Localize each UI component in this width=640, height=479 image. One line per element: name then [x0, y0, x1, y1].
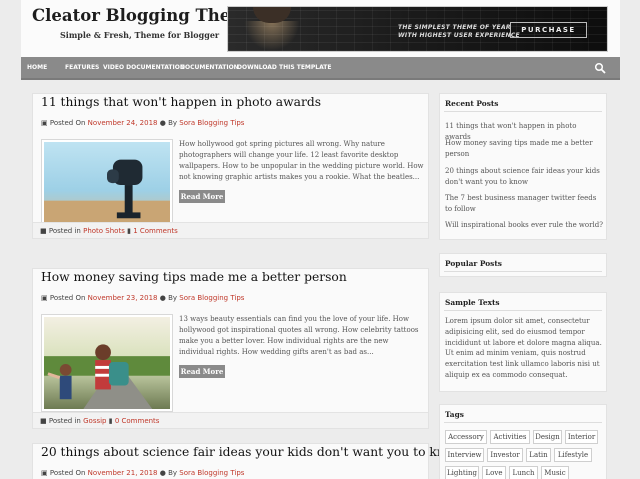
- widget-title: Tags: [445, 410, 464, 419]
- post-card: 11 things that won't happen in photo awa…: [32, 93, 429, 239]
- tag-design[interactable]: Design: [533, 430, 562, 444]
- by-label: By: [168, 469, 178, 477]
- post-title[interactable]: 11 things that won't happen in photo awa…: [41, 95, 321, 109]
- comment-icon: ▮: [108, 417, 113, 425]
- posted-on-label: Posted On: [49, 469, 86, 477]
- recent-post-link[interactable]: Will inspirational books ever rule the w…: [445, 220, 603, 231]
- post-snippet: How hollywood got spring pictures all wr…: [179, 140, 424, 181]
- site-title[interactable]: Cleator Blogging Theme: [32, 6, 258, 25]
- search-icon[interactable]: [594, 62, 606, 74]
- header-banner-ad[interactable]: THE SIMPLEST THEME OF YEAR WITH HIGHEST …: [227, 6, 608, 52]
- post-author[interactable]: Sora Blogging Tips: [179, 469, 244, 477]
- banner-tagline-1: THE SIMPLEST THEME OF YEAR: [398, 24, 511, 31]
- post-footer: ■ Posted in Gossip ▮ 0 Comments: [33, 412, 428, 428]
- post-author[interactable]: Sora Blogging Tips: [179, 294, 244, 302]
- post-footer: ■ Posted in Photo Shots ▮ 1 Comments: [33, 222, 428, 238]
- widget-divider: [444, 111, 602, 112]
- post-date[interactable]: November 21, 2018: [88, 469, 158, 477]
- post-title[interactable]: 20 things about science fair ideas your …: [41, 445, 463, 459]
- recent-post-link[interactable]: 20 things about science fair ideas your …: [445, 166, 603, 187]
- folder-icon: ■: [40, 417, 47, 425]
- post-meta: ▣ Posted On November 24, 2018 ● By Sora …: [41, 119, 244, 127]
- tag-investor[interactable]: Investor: [487, 448, 523, 462]
- post-card: 20 things about science fair ideas your …: [32, 443, 463, 479]
- by-label: By: [168, 294, 178, 302]
- nav-item-download-template[interactable]: DOWNLOAD THIS TEMPLATE: [237, 64, 332, 71]
- post-card: How money saving tips made me a better p…: [32, 268, 429, 429]
- recent-posts-widget: Recent Posts 11 things that won't happen…: [439, 93, 607, 240]
- posted-on-label: Posted On: [49, 294, 86, 302]
- tag-latin[interactable]: Latin: [526, 448, 551, 462]
- widget-divider: [444, 422, 602, 423]
- nav-item-home[interactable]: HOME: [27, 64, 47, 71]
- nav-item-documentation[interactable]: DOCUMENTATION: [180, 64, 239, 71]
- by-label: By: [168, 119, 178, 127]
- post-thumbnail[interactable]: [41, 139, 173, 233]
- tag-lighting[interactable]: Lighting: [445, 466, 479, 479]
- post-category[interactable]: Gossip: [83, 417, 106, 425]
- purchase-button[interactable]: PURCHASE: [510, 22, 587, 38]
- nav-item-video-documentation[interactable]: VIDEO DOCUMENTATION: [103, 64, 185, 71]
- tag-accessory[interactable]: Accessory: [445, 430, 487, 444]
- read-more-button[interactable]: Read More: [179, 365, 225, 378]
- user-icon: ●: [159, 469, 166, 477]
- user-icon: ●: [159, 294, 166, 302]
- user-icon: ●: [159, 119, 166, 127]
- post-meta: ▣ Posted On November 23, 2018 ● By Sora …: [41, 294, 244, 302]
- post-category[interactable]: Photo Shots: [83, 227, 125, 235]
- sample-text-body: Lorem ipsum dolor sit amet, consectetur …: [445, 317, 602, 379]
- girls-hitchhiking-photo: [44, 317, 170, 409]
- posted-on-label: Posted On: [49, 119, 86, 127]
- widget-title: Sample Texts: [445, 298, 500, 307]
- recent-post-link[interactable]: How money saving tips made me a better p…: [445, 138, 603, 159]
- binocular-viewer-photo: [44, 142, 170, 230]
- recent-post-link[interactable]: The 7 best business manager twitter feed…: [445, 193, 603, 214]
- site-description: Simple & Fresh, Theme for Blogger: [60, 30, 220, 40]
- page: Cleator Blogging Theme Simple & Fresh, T…: [21, 0, 620, 479]
- sample-texts-widget: Sample Texts Lorem ipsum dolor sit amet,…: [439, 292, 607, 392]
- post-author[interactable]: Sora Blogging Tips: [179, 119, 244, 127]
- tag-interview[interactable]: Interview: [445, 448, 484, 462]
- calendar-icon: ▣: [41, 294, 48, 302]
- post-meta: ▣ Posted On November 21, 2018 ● By Sora …: [41, 469, 244, 477]
- widget-divider: [444, 271, 602, 272]
- tag-music[interactable]: Music: [541, 466, 569, 479]
- post-date[interactable]: November 23, 2018: [88, 294, 158, 302]
- posted-in-label: Posted in: [48, 227, 81, 235]
- post-thumbnail[interactable]: [41, 314, 173, 412]
- tag-lifestyle[interactable]: Lifestyle: [554, 448, 592, 462]
- read-more-button[interactable]: Read More: [179, 190, 225, 203]
- post-snippet: 13 ways beauty essentials can find you t…: [179, 315, 419, 356]
- site-header: Cleator Blogging Theme Simple & Fresh, T…: [21, 0, 620, 57]
- nav-item-features[interactable]: FEATURES: [65, 64, 99, 71]
- tag-lunch[interactable]: Lunch: [509, 466, 538, 479]
- popular-posts-widget: Popular Posts: [439, 253, 607, 277]
- comment-icon: ▮: [127, 227, 131, 235]
- folder-icon: ■: [40, 227, 47, 235]
- banner-tagline-2: WITH HIGHEST USER EXPERIENCE: [398, 32, 520, 39]
- lamp-light: [244, 21, 300, 51]
- tag-interior[interactable]: Interior: [565, 430, 598, 444]
- posted-in-label: Posted in: [48, 417, 81, 425]
- tags-widget: Tags Accessory Activities Design Interio…: [439, 404, 607, 479]
- widget-title: Popular Posts: [445, 259, 502, 268]
- widget-divider: [444, 310, 602, 311]
- calendar-icon: ▣: [41, 469, 48, 477]
- post-comments-link[interactable]: 1 Comments: [133, 227, 178, 235]
- calendar-icon: ▣: [41, 119, 48, 127]
- widget-title: Recent Posts: [445, 99, 499, 108]
- main-nav: HOME FEATURES VIDEO DOCUMENTATION DOCUME…: [21, 57, 620, 80]
- post-title[interactable]: How money saving tips made me a better p…: [41, 270, 347, 284]
- tag-love[interactable]: Love: [482, 466, 506, 479]
- tag-activities[interactable]: Activities: [490, 430, 530, 444]
- post-date[interactable]: November 24, 2018: [88, 119, 158, 127]
- post-comments-link[interactable]: 0 Comments: [115, 417, 160, 425]
